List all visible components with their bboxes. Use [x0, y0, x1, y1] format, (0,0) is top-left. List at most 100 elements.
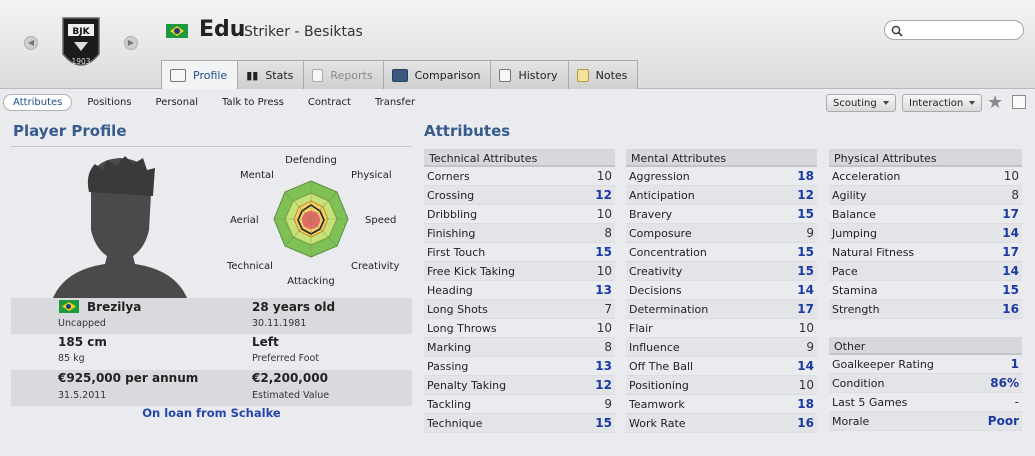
attribute-row[interactable]: Concentration 15 — [626, 243, 817, 262]
interaction-dropdown[interactable]: Interaction — [902, 94, 983, 112]
subtab-personal[interactable]: Personal — [147, 95, 208, 110]
chevron-left-icon[interactable]: ◀ — [24, 36, 38, 50]
add-to-list-icon[interactable] — [1012, 95, 1026, 109]
attribute-value: 15 — [595, 416, 612, 430]
chevron-right-icon[interactable]: ▶ — [124, 36, 138, 50]
subtab-attributes[interactable]: Attributes — [3, 94, 73, 111]
tab-reports[interactable]: Reports — [304, 60, 384, 89]
attribute-value: 15 — [797, 207, 814, 221]
attribute-row[interactable]: Stamina 15 — [829, 281, 1022, 300]
club-crest: BJK 1903 — [62, 17, 100, 66]
profile-card-icon — [170, 68, 186, 82]
attribute-name: Bravery — [629, 207, 673, 221]
attribute-name: Last 5 Games — [832, 395, 908, 409]
attribute-row[interactable]: Anticipation 12 — [626, 186, 817, 205]
attribute-row[interactable]: Condition 86% — [829, 374, 1022, 393]
attribute-row[interactable]: Free Kick Taking 10 — [424, 262, 615, 281]
attribute-name: Agility — [832, 188, 867, 202]
scouting-label: Scouting — [833, 97, 877, 109]
search-input[interactable] — [884, 20, 1024, 40]
attribute-row[interactable]: Flair 10 — [626, 319, 817, 338]
attribute-row[interactable]: Morale Poor — [829, 412, 1022, 431]
attribute-row[interactable]: Last 5 Games - — [829, 393, 1022, 412]
loan-link[interactable]: On loan from Schalke — [11, 406, 412, 420]
attribute-name: Natural Fitness — [832, 245, 915, 259]
attribute-row[interactable]: Off The Ball 14 — [626, 357, 817, 376]
attribute-value: 12 — [595, 188, 612, 202]
attribute-row[interactable]: Long Throws 10 — [424, 319, 615, 338]
attribute-row[interactable]: Heading 13 — [424, 281, 615, 300]
subtab-positions[interactable]: Positions — [78, 95, 140, 110]
attribute-value: 15 — [1002, 283, 1019, 297]
attribute-row[interactable]: Determination 17 — [626, 300, 817, 319]
estimated-value: €2,200,000 — [252, 371, 328, 385]
attribute-name: Heading — [427, 283, 473, 297]
attribute-name: Influence — [629, 340, 680, 354]
attribute-row[interactable]: Creativity 15 — [626, 262, 817, 281]
attribute-row[interactable]: Bravery 15 — [626, 205, 817, 224]
info-row-contract: €925,000 per annum 31.5.2011 €2,200,000 … — [11, 370, 412, 406]
star-icon[interactable]: ★ — [987, 92, 1003, 113]
attribute-value: 17 — [1002, 207, 1019, 221]
attribute-row[interactable]: Jumping 14 — [829, 224, 1022, 243]
attribute-row[interactable]: Natural Fitness 17 — [829, 243, 1022, 262]
attribute-row[interactable]: Strength 16 — [829, 300, 1022, 319]
attribute-row[interactable]: Balance 17 — [829, 205, 1022, 224]
tab-history[interactable]: History — [491, 60, 569, 89]
attribute-row[interactable]: Positioning 10 — [626, 376, 817, 395]
subtab-contract[interactable]: Contract — [299, 95, 360, 110]
height: 185 cm — [58, 335, 107, 349]
attribute-row[interactable]: Long Shots 7 — [424, 300, 615, 319]
attribute-value: 12 — [797, 188, 814, 202]
attribute-row[interactable]: Dribbling 10 — [424, 205, 615, 224]
attribute-row[interactable]: Penalty Taking 12 — [424, 376, 615, 395]
attribute-row[interactable]: Pace 14 — [829, 262, 1022, 281]
attribute-row[interactable]: Agility 8 — [829, 186, 1022, 205]
tab-comparison[interactable]: Comparison — [383, 60, 492, 89]
attribute-name: Anticipation — [629, 188, 695, 202]
attribute-row[interactable]: First Touch 15 — [424, 243, 615, 262]
attribute-value: Poor — [987, 414, 1019, 428]
attribute-name: First Touch — [427, 245, 486, 259]
attribute-row[interactable]: Aggression 18 — [626, 167, 817, 186]
attribute-value: 9 — [604, 397, 612, 411]
scouting-dropdown[interactable]: Scouting — [826, 94, 896, 112]
attribute-name: Jumping — [832, 226, 877, 240]
attribute-row[interactable]: Passing 13 — [424, 357, 615, 376]
tab-notes[interactable]: Notes — [568, 60, 639, 89]
attribute-value: 10 — [1003, 169, 1019, 183]
table-header: Other — [829, 337, 1022, 355]
attribute-name: Long Shots — [427, 302, 488, 316]
subtab-talk-to-press[interactable]: Talk to Press — [213, 95, 293, 110]
attribute-row[interactable]: Crossing 12 — [424, 186, 615, 205]
radar-label-defending: Defending — [285, 155, 337, 166]
brazil-flag-icon — [59, 300, 79, 313]
tab-profile[interactable]: Profile — [161, 60, 239, 89]
attribute-row[interactable]: Finishing 8 — [424, 224, 615, 243]
attribute-row[interactable]: Decisions 14 — [626, 281, 817, 300]
attribute-name: Condition — [832, 376, 885, 390]
tab-stats[interactable]: ▮▮ Stats — [238, 60, 305, 89]
subtab-transfer[interactable]: Transfer — [366, 95, 424, 110]
attribute-name: Concentration — [629, 245, 707, 259]
attribute-row[interactable]: Influence 9 — [626, 338, 817, 357]
attribute-row[interactable]: Corners 10 — [424, 167, 615, 186]
attribute-row[interactable]: Acceleration 10 — [829, 167, 1022, 186]
attribute-value: 16 — [1002, 302, 1019, 316]
attribute-row[interactable]: Work Rate 16 — [626, 414, 817, 433]
attribute-row[interactable]: Goalkeeper Rating 1 — [829, 355, 1022, 374]
search-icon — [891, 25, 903, 37]
tab-label: Reports — [330, 68, 373, 82]
attribute-value: 13 — [595, 283, 612, 297]
attribute-name: Flair — [629, 321, 653, 335]
attribute-value: 16 — [797, 416, 814, 430]
attribute-value: 18 — [797, 397, 814, 411]
tab-label: History — [518, 68, 558, 82]
attribute-value: 10 — [596, 207, 612, 221]
attribute-row[interactable]: Tackling 9 — [424, 395, 615, 414]
attribute-row[interactable]: Marking 8 — [424, 338, 615, 357]
attribute-value: 10 — [798, 321, 814, 335]
attribute-row[interactable]: Technique 15 — [424, 414, 615, 433]
attribute-row[interactable]: Composure 9 — [626, 224, 817, 243]
attribute-row[interactable]: Teamwork 18 — [626, 395, 817, 414]
